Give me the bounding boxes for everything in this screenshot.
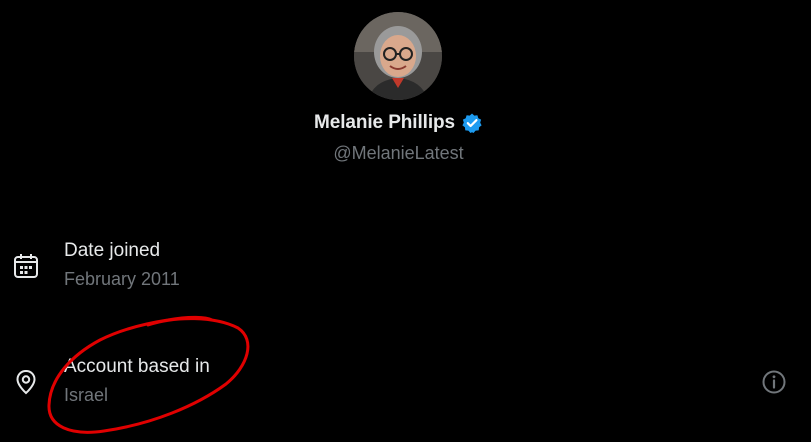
date-joined-value: February 2011 bbox=[64, 269, 180, 289]
account-based-in-row: Account based in Israel bbox=[0, 352, 811, 412]
account-based-in-value: Israel bbox=[64, 385, 109, 405]
date-joined-label: Date joined bbox=[64, 240, 161, 261]
info-icon[interactable] bbox=[760, 368, 788, 396]
avatar-image bbox=[354, 12, 442, 100]
name-row: Melanie Phillips bbox=[0, 112, 797, 134]
date-joined-row: Date joined February 2011 bbox=[0, 236, 811, 296]
profile-avatar[interactable] bbox=[354, 12, 442, 100]
account-based-in-label: Account based in bbox=[64, 356, 210, 377]
profile-handle[interactable]: @MelanieLatest bbox=[0, 143, 797, 164]
verified-badge-icon[interactable] bbox=[461, 112, 483, 134]
calendar-icon bbox=[14, 254, 38, 278]
location-pin-icon bbox=[16, 369, 36, 395]
display-name[interactable]: Melanie Phillips bbox=[314, 112, 455, 134]
